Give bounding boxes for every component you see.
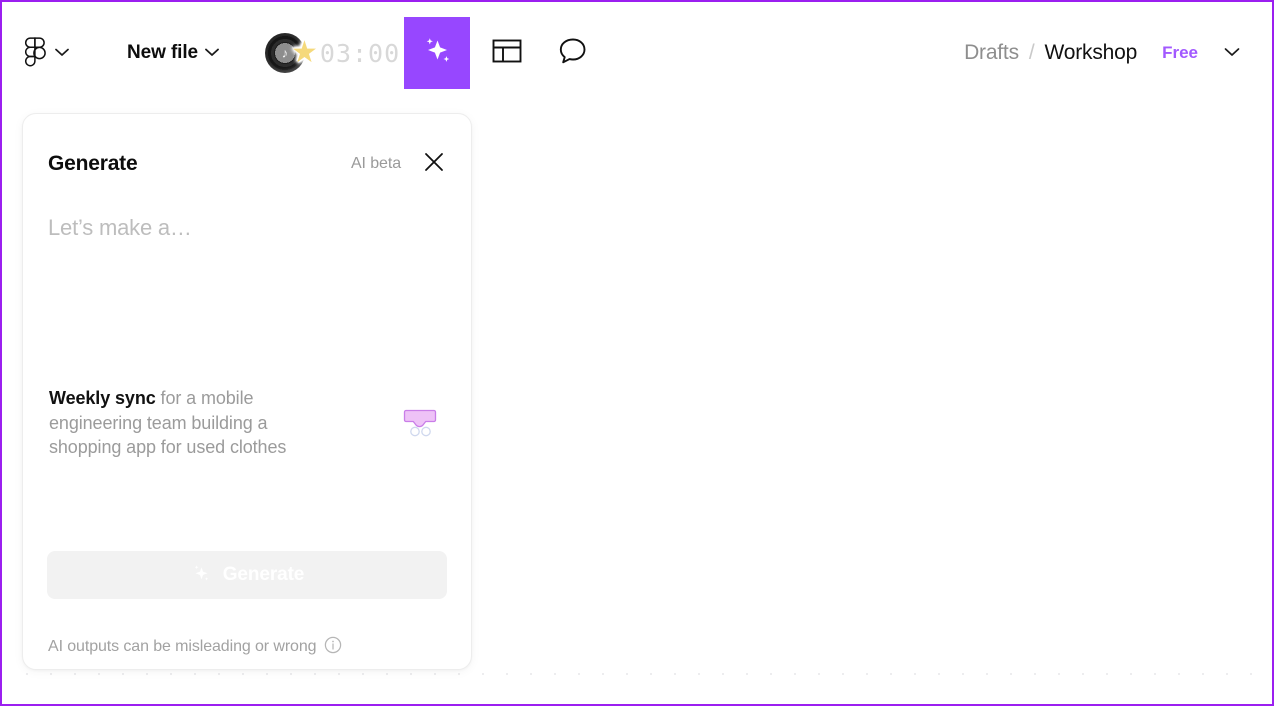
plan-badge[interactable]: Free [1162, 43, 1198, 63]
ruler-dot [1202, 673, 1204, 675]
ruler-dot [386, 673, 388, 675]
ruler-dot [482, 673, 484, 675]
ruler-dot [554, 673, 556, 675]
ruler-dot [194, 673, 196, 675]
ruler-dot [458, 673, 460, 675]
music-timer-widget[interactable]: ★ 03:00 [261, 21, 404, 85]
ai-generate-tool-button[interactable] [404, 17, 471, 89]
info-button[interactable] [324, 636, 342, 659]
layout-grid-tool-button[interactable] [474, 17, 540, 89]
ruler-dot [1130, 673, 1132, 675]
ai-disclaimer-text: AI outputs can be misleading or wrong [48, 638, 317, 655]
ruler-dot [1226, 673, 1228, 675]
sparkle-icon [418, 32, 456, 75]
ruler-dot [1154, 673, 1156, 675]
suggestion-item[interactable]: Weekly sync for a mobile engineering tea… [47, 376, 447, 470]
generate-panel-header: Generate AI beta [23, 114, 471, 186]
ruler-dot [962, 673, 964, 675]
ruler-dot [146, 673, 148, 675]
ruler-dot [74, 673, 76, 675]
ruler-dot [50, 673, 52, 675]
ruler-dot [170, 673, 172, 675]
ruler-dot [770, 673, 772, 675]
ruler-dot [578, 673, 580, 675]
breadcrumb-current[interactable]: Workshop [1045, 41, 1138, 65]
main-menu-button[interactable] [4, 21, 81, 85]
ruler-dot [1058, 673, 1060, 675]
chevron-down-icon [55, 44, 69, 62]
ruler-dot [362, 673, 364, 675]
top-toolbar: New file ★ 03:00 [4, 4, 1270, 102]
ruler-dot [866, 673, 868, 675]
toolbar-right-group: Drafts / Workshop Free [964, 4, 1270, 102]
prompt-placeholder: Let’s make a… [48, 215, 192, 240]
ruler-dot [722, 673, 724, 675]
close-icon [423, 151, 445, 178]
ruler-dot [218, 673, 220, 675]
ruler-dot [1178, 673, 1180, 675]
prompt-input-area[interactable]: Let’s make a… [23, 186, 471, 376]
generate-panel-footer: AI outputs can be misleading or wrong [23, 599, 471, 669]
generate-button-label: Generate [222, 564, 305, 585]
app-viewport: New file ★ 03:00 [0, 0, 1274, 706]
ruler-dot [890, 673, 892, 675]
session-timer: 03:00 [319, 38, 401, 68]
ruler-dot [122, 673, 124, 675]
generate-button[interactable]: Generate [47, 551, 447, 599]
breadcrumb-separator: / [1028, 41, 1035, 64]
ruler-dot [1082, 673, 1084, 675]
ruler-dot [1010, 673, 1012, 675]
ruler-dot [266, 673, 268, 675]
file-name-label: New file [127, 42, 198, 63]
ruler-dot [506, 673, 508, 675]
ruler-dot [26, 673, 28, 675]
close-button[interactable] [421, 151, 447, 177]
ruler-dot [314, 673, 316, 675]
ruler-dot [746, 673, 748, 675]
ruler-dot [914, 673, 916, 675]
ruler-dot [98, 673, 100, 675]
ruler-dot [986, 673, 988, 675]
panel-spacer [23, 470, 471, 552]
ruler-dot [338, 673, 340, 675]
suggestion-text: Weekly sync for a mobile engineering tea… [49, 386, 309, 460]
account-menu-button[interactable] [1224, 44, 1240, 62]
comment-bubble-icon [556, 34, 590, 73]
ruler-dot [1250, 673, 1252, 675]
ruler-dot [626, 673, 628, 675]
panel-title: Generate [48, 152, 138, 175]
ruler-dot [938, 673, 940, 675]
ruler-dot [1106, 673, 1108, 675]
ruler-dot [530, 673, 532, 675]
ruler-dot [434, 673, 436, 675]
breadcrumb-parent[interactable]: Drafts [964, 41, 1019, 65]
comment-tool-button[interactable] [540, 17, 606, 89]
ruler-dot [602, 673, 604, 675]
generate-panel: Generate AI beta Let’s make a… Weekly sy… [22, 113, 472, 670]
ruler-dot [698, 673, 700, 675]
canvas-ruler-dots [2, 673, 1272, 676]
ruler-dot [1034, 673, 1036, 675]
figma-logo-icon [24, 37, 46, 69]
ai-beta-label: AI beta [350, 155, 401, 172]
ruler-dot [242, 673, 244, 675]
ruler-dot [842, 673, 844, 675]
file-name-button[interactable]: New file [111, 30, 235, 76]
ruler-dot [290, 673, 292, 675]
ruler-dot [794, 673, 796, 675]
ruler-dot [650, 673, 652, 675]
ruler-dot [674, 673, 676, 675]
chevron-down-icon [205, 44, 219, 62]
toolbar-left-group: New file ★ 03:00 [4, 4, 606, 102]
ruler-dot [410, 673, 412, 675]
suggestion-bold-text: Weekly sync [49, 388, 156, 408]
sparkle-icon [190, 563, 212, 588]
info-circle-icon [324, 636, 342, 659]
table-layout-thumbnail-icon [403, 408, 437, 443]
star-icon: ★ [291, 36, 318, 69]
chevron-down-icon [1224, 44, 1240, 62]
layout-panel-icon [490, 34, 524, 73]
ruler-dot [818, 673, 820, 675]
